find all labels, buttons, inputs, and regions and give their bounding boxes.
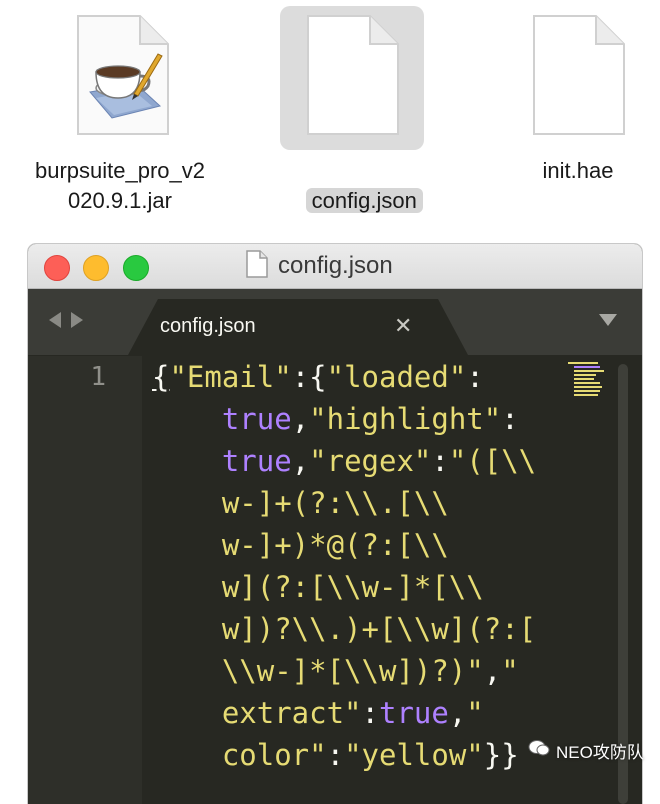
code-token: }} [483, 738, 519, 772]
code-line: \\w-]*[\\w])?)"," [152, 650, 582, 692]
tab-label: config.json [160, 315, 256, 337]
tab-bar: config.json ✕ [28, 289, 642, 355]
code-token: "loaded" [326, 360, 467, 394]
code-line: color":"yellow"}} [152, 734, 582, 776]
code-token: w])?\\.)+[\\w](?:[ [152, 612, 537, 646]
code-token: true [221, 444, 292, 478]
blank-document-icon [532, 14, 626, 141]
code-line: w](?:[\\w-]*[\\ [152, 566, 582, 608]
code-token: : [291, 360, 310, 394]
code-token: \\w-]*[\\w])?)" [152, 654, 484, 688]
code-line: true,"regex":"([\\ [152, 440, 582, 482]
close-icon[interactable]: ✕ [394, 313, 412, 339]
code-token: : [466, 360, 484, 394]
code-token: w](?:[\\w-]*[\\ [152, 570, 484, 604]
code-area[interactable]: {"Email":{"loaded": true,"highlight": tr… [152, 356, 582, 776]
code-token: , [448, 696, 467, 730]
code-token: "highlight" [309, 402, 502, 436]
code-token: "Email" [169, 360, 292, 394]
code-token: "([\\ [448, 444, 537, 478]
file-label: init.hae [542, 158, 614, 183]
code-token: " [501, 654, 519, 688]
blank-document-icon [306, 14, 400, 141]
code-token: true [221, 402, 292, 436]
code-line: {"Email":{"loaded": [152, 356, 582, 398]
chevron-right-icon[interactable] [70, 311, 84, 334]
watermark: NEO攻防队 [528, 738, 644, 763]
code-token: , [291, 444, 310, 478]
chevron-down-icon[interactable] [598, 313, 618, 332]
code-token: : [361, 696, 379, 730]
line-number: 1 [90, 362, 106, 392]
code-token: " [466, 696, 484, 730]
editor-window: config.json config.json ✕ 1 {"Email":{"l… [28, 244, 642, 804]
code-token: w-]+(?:\\.[\\ [152, 486, 449, 520]
tab-config-json[interactable]: config.json ✕ [128, 299, 468, 355]
code-token: , [483, 654, 502, 688]
line-gutter: 1 [28, 356, 142, 804]
chevron-left-icon[interactable] [48, 311, 62, 334]
title-bar[interactable]: config.json [28, 244, 642, 289]
code-token: w-]+)*@(?:[\\ [152, 528, 449, 562]
code-line: extract":true," [152, 692, 582, 734]
watermark-text: NEO攻防队 [556, 743, 644, 762]
minimap[interactable] [568, 360, 612, 420]
wechat-icon [528, 739, 550, 762]
minimize-window-button[interactable] [83, 255, 109, 281]
code-line: w])?\\.)+[\\w](?:[ [152, 608, 582, 650]
code-line: w-]+(?:\\.[\\ [152, 482, 582, 524]
code-token: : [326, 738, 345, 772]
code-token: color" [152, 738, 327, 772]
code-token: , [291, 402, 310, 436]
code-token: { [309, 360, 327, 394]
file-label: burpsuite_pro_v2 020.9.1.jar [34, 158, 205, 213]
code-token: "regex" [309, 444, 432, 478]
document-icon [246, 249, 268, 283]
code-token: true [378, 696, 449, 730]
java-jar-icon [76, 14, 170, 141]
code-token: "yellow" [344, 738, 484, 772]
code-line: w-]+)*@(?:[\\ [152, 524, 582, 566]
code-line: true,"highlight": [152, 398, 582, 440]
file-label-selected: config.json [305, 188, 423, 213]
close-window-button[interactable] [44, 255, 70, 281]
window-title: config.json [278, 252, 393, 279]
zoom-window-button[interactable] [123, 255, 149, 281]
code-token: extract" [152, 696, 362, 730]
code-token: : [501, 402, 519, 436]
code-token: { [152, 360, 170, 394]
file-label: config.json [252, 156, 452, 246]
code-token: : [431, 444, 449, 478]
tab-nav [48, 311, 84, 334]
